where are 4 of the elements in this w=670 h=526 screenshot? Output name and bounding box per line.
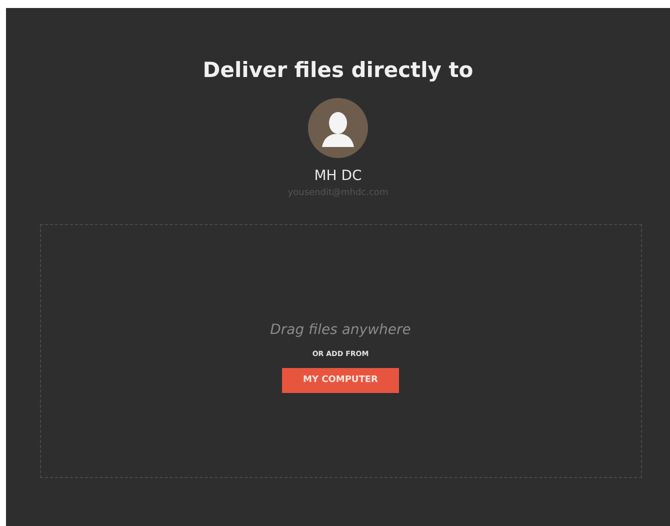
page-heading: Deliver files directly to xyxy=(202,58,474,82)
drag-hint: Drag files anywhere xyxy=(270,322,411,338)
recipient-name: MH DC xyxy=(314,168,362,184)
avatar-icon xyxy=(308,98,368,158)
